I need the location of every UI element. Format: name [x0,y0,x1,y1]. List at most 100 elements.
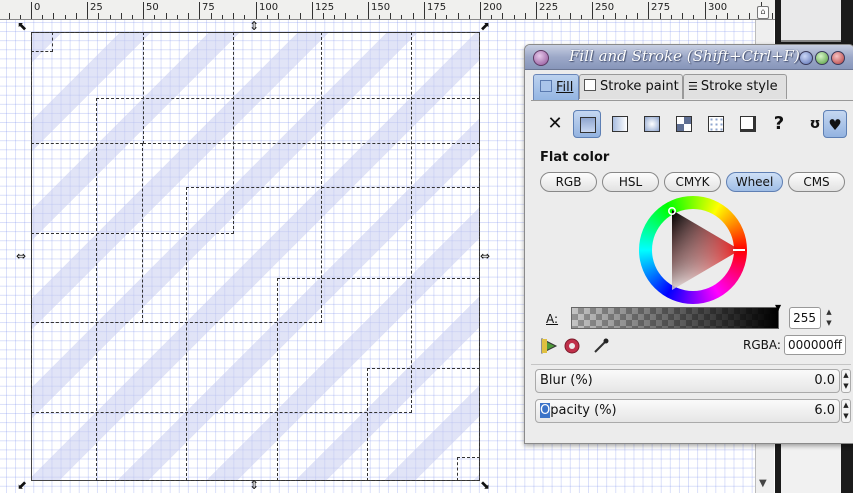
ruler-tick [446,15,447,19]
ruler-tick [390,13,391,19]
ruler-tick [87,2,88,19]
scale-handle-se-icon[interactable]: ⬊ [480,479,490,491]
ruler-tick [603,15,604,19]
ruler-tick [345,13,346,19]
fill-rule-nonzero-button[interactable]: ♥ [823,110,847,138]
ruler-tick [660,13,661,19]
ruler-label: 275 [651,2,671,13]
color-managed-icon[interactable] [539,337,559,357]
blur-slider[interactable]: Blur (%) 0.0 [535,369,840,393]
scale-handle-nw-icon[interactable]: ⬉ [17,20,27,32]
scale-handle-e-icon[interactable]: ⇔ [480,250,490,262]
ruler-label: 50 [146,2,159,13]
saturation-triangle[interactable] [639,196,747,304]
ruler-tick [199,2,200,19]
ruler-tick [570,13,571,19]
unknown-paint-button[interactable]: ? [765,110,793,138]
rgba-input[interactable]: 000000ff [784,335,846,355]
ruler-tick [267,15,268,19]
blur-label: Blur (%) [540,373,593,388]
mode-hsl-button[interactable]: HSL [602,172,659,192]
horizontal-ruler[interactable]: 0 25 50 75 100 125 150 175 200 225 250 275 300 [0,0,775,20]
dialog-titlebar[interactable]: Fill and Stroke (Shift+Ctrl+F) [525,45,853,70]
mode-rgb-button[interactable]: RGB [540,172,597,192]
ruler-label: 300 [708,2,728,13]
ruler-tick [637,13,638,19]
tab-stroke-paint[interactable]: Stroke paint [579,74,683,99]
ruler-tick [323,13,324,19]
opacity-spin-arrows-icon[interactable]: ▲ ▼ [841,399,851,423]
color-wheel[interactable] [639,196,747,304]
ruler-tick [693,15,694,19]
ruler-tick [671,15,672,19]
tab-stroke-style[interactable]: ☰ Stroke style [683,74,787,99]
alpha-value-input[interactable]: 255 [789,307,821,329]
radial-gradient-icon [644,116,660,132]
mode-cmyk-button[interactable]: CMYK [664,172,721,192]
alpha-spin-arrows-icon[interactable]: ▲ ▼ [823,307,835,329]
no-paint-button[interactable]: ✕ [541,110,569,138]
close-icon[interactable] [831,51,845,65]
ruler-tick [166,13,167,19]
ruler-tick [413,13,414,19]
linear-gradient-button[interactable] [606,110,634,138]
mode-wheel-button[interactable]: Wheel [726,172,783,192]
tab-fill[interactable]: Fill [533,74,579,101]
opacity-value: 6.0 [814,403,835,418]
unset-paint-button[interactable] [734,110,762,138]
flat-color-label: Flat color [540,150,610,165]
ruler-tick [401,15,402,19]
pattern-button[interactable] [670,110,698,138]
ruler-label: 125 [315,2,335,13]
alpha-marker-icon[interactable]: ▼ [775,303,781,312]
scale-handle-sw-icon[interactable]: ⬋ [17,479,27,491]
ruler-tick [31,2,32,19]
pattern-icon [676,116,692,132]
tab-stroke-paint-label: Stroke paint [600,79,679,94]
ruler-tick [42,15,43,19]
ruler-label: 0 [34,2,41,13]
selection-box [143,32,480,144]
opacity-label: Opacity (%) [540,403,617,418]
ruler-tick [435,13,436,19]
ruler-tick [626,15,627,19]
separator [531,364,851,365]
swatch-icon [708,116,724,132]
ruler-tick [357,15,358,19]
scale-handle-w-icon[interactable]: ⇔ [16,250,26,262]
mode-cms-button[interactable]: CMS [788,172,845,192]
alpha-slider[interactable] [571,307,779,329]
tab-divider [531,100,853,101]
swatch-button[interactable] [702,110,730,138]
selection-box [31,32,53,52]
scale-handle-n-icon[interactable]: ⇕ [249,20,259,32]
opacity-slider[interactable]: Opacity (%) 6.0 [535,399,840,423]
color-picker-icon[interactable] [591,337,611,357]
scroll-down-icon[interactable]: ▼ [759,478,767,489]
radial-gradient-button[interactable] [638,110,666,138]
ruler-tick [491,15,492,19]
ruler-tick [312,2,313,19]
ruler-tick [256,2,257,19]
ruler-tick [132,15,133,19]
blur-spin-arrows-icon[interactable]: ▲ ▼ [841,369,851,393]
ruler-lock-icon[interactable]: ⌂ [757,6,769,19]
ruler-label: 75 [202,2,215,13]
ruler-tick [9,13,10,19]
window-menu-icon[interactable] [533,50,549,66]
ruler-tick [514,15,515,19]
ruler-tick [581,15,582,19]
fill-stroke-dialog: Fill and Stroke (Shift+Ctrl+F) Fill Stro… [524,44,853,444]
maximize-icon[interactable] [815,51,829,65]
out-of-gamut-icon[interactable] [562,337,582,357]
opacity-mnemonic: O [540,403,551,418]
scale-handle-s-icon[interactable]: ⇕ [249,479,259,491]
ruler-label: 150 [371,2,391,13]
ruler-tick [502,13,503,19]
ruler-tick [154,15,155,19]
scale-handle-ne-icon[interactable]: ⬈ [480,20,490,32]
ruler-label: 225 [539,2,559,13]
minimize-icon[interactable] [799,51,813,65]
ruler-tick [705,2,706,19]
flat-color-button[interactable] [573,110,601,138]
